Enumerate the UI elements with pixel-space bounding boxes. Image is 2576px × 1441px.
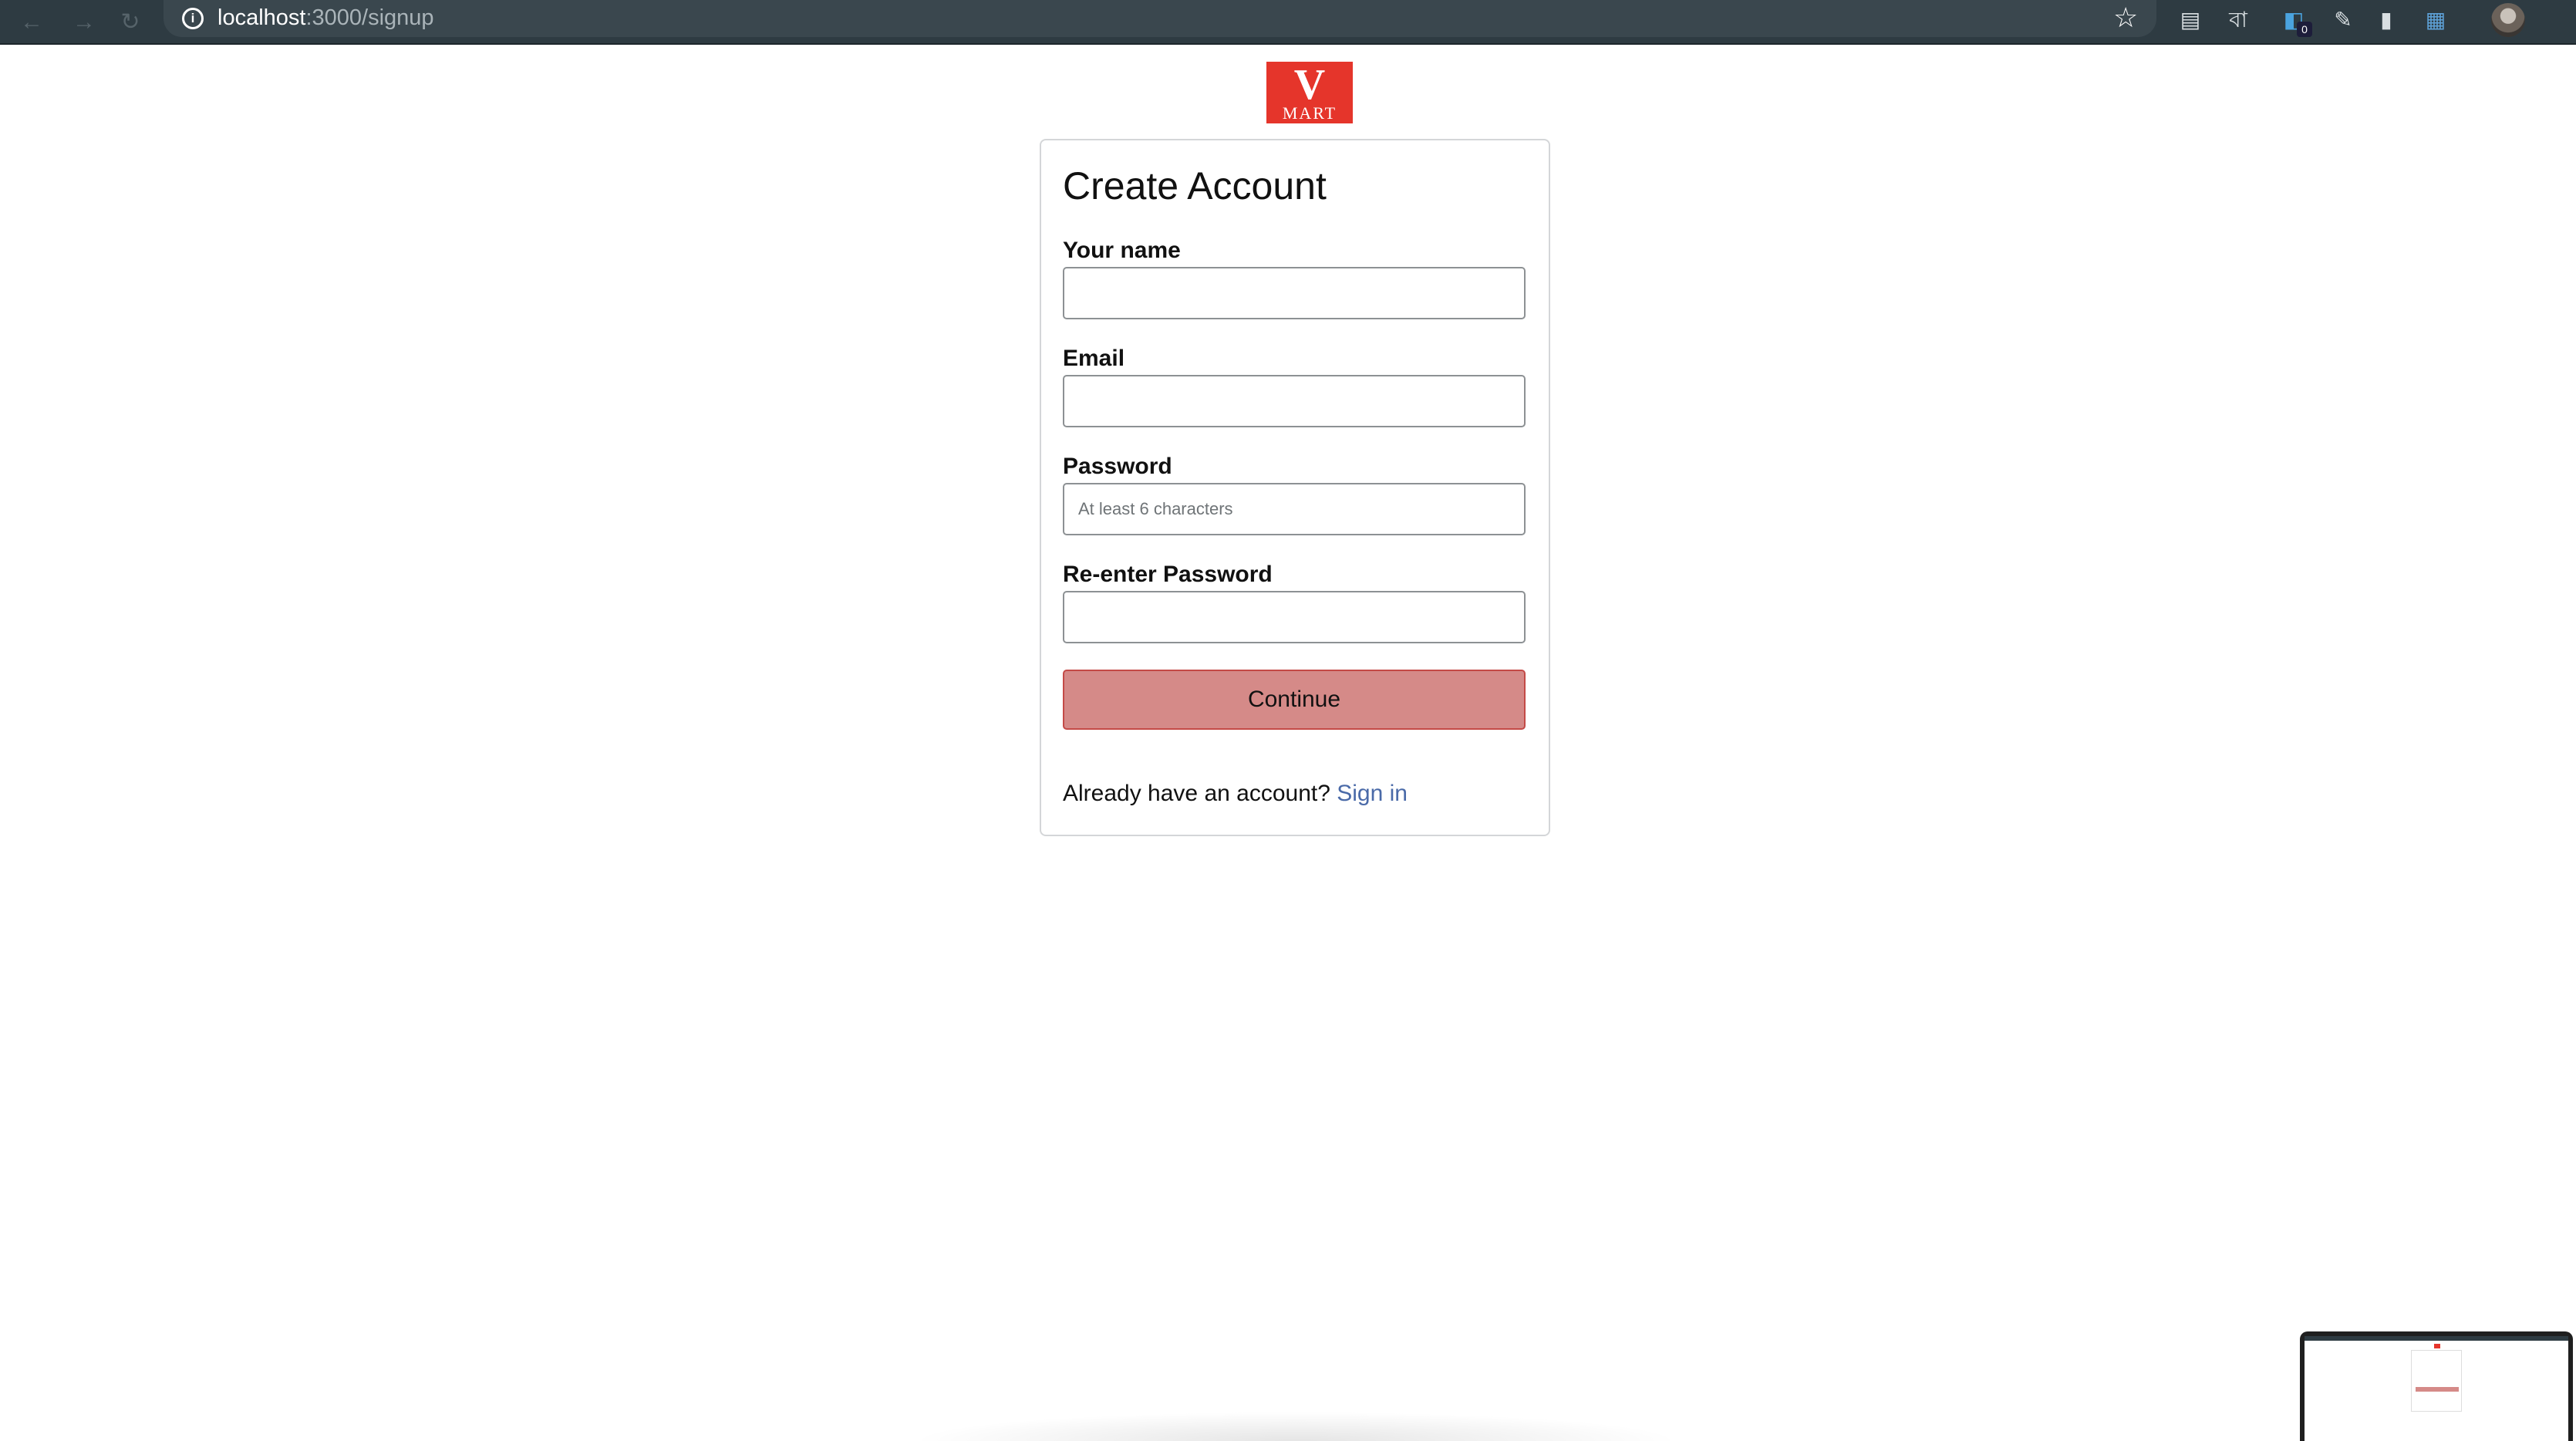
name-input[interactable] [1063,267,1526,319]
url-path: :3000/signup [305,5,434,30]
extension-6-icon[interactable]: ▦ [2420,5,2451,35]
reenter-password-input[interactable] [1063,591,1526,643]
continue-button[interactable]: Continue [1063,670,1526,730]
signin-link[interactable]: Sign in [1337,781,1408,806]
profile-avatar[interactable] [2491,3,2525,37]
email-input[interactable] [1063,375,1526,427]
screenshot-preview-thumbnail[interactable] [2300,1331,2573,1441]
extension-5-icon[interactable]: ▮ [2371,5,2402,35]
logo-letter: V [1293,61,1326,109]
address-url[interactable]: localhost:3000/signup [217,5,434,31]
signin-row: Already have an account? Sign in [1063,781,1408,807]
thumbnail-toolbar [2305,1336,2568,1341]
name-label: Your name [1063,238,1181,263]
password-input[interactable] [1063,483,1526,535]
thumbnail-logo [2434,1344,2440,1348]
extension-2-icon[interactable]: বা [2223,5,2254,35]
extension-1-icon[interactable]: ▤ [2175,5,2206,35]
page-title: Create Account [1063,164,1327,208]
extension-badge: 0 [2297,22,2312,37]
thumbnail-card [2411,1350,2462,1412]
vmart-logo[interactable]: V MART [1266,62,1353,123]
browser-toolbar: ← → ↻ i localhost:3000/signup ☆ ▤ বা ◧ 0… [0,0,2576,45]
bookmark-star-icon[interactable]: ☆ [2113,2,2138,34]
password-label: Password [1063,454,1172,479]
extension-4-icon[interactable]: ✎ [2328,5,2359,35]
site-info-icon[interactable]: i [182,8,204,29]
address-bar[interactable]: i localhost:3000/signup ☆ [164,0,2156,37]
thumbnail-screen [2305,1336,2568,1441]
dock-shadow [910,1412,1681,1441]
signin-prompt: Already have an account? [1063,781,1330,806]
logo-word: MART [1282,103,1337,123]
email-label: Email [1063,346,1125,371]
reload-icon[interactable]: ↻ [114,6,147,39]
forward-arrow-icon[interactable]: → [68,6,100,39]
url-host: localhost [217,5,306,30]
reenter-password-label: Re-enter Password [1063,562,1273,587]
extension-3-icon[interactable]: ◧ 0 [2278,5,2312,37]
thumbnail-button [2416,1387,2459,1392]
back-arrow-icon[interactable]: ← [15,6,48,39]
signup-card: Create Account Your name Email Password … [1040,139,1550,836]
